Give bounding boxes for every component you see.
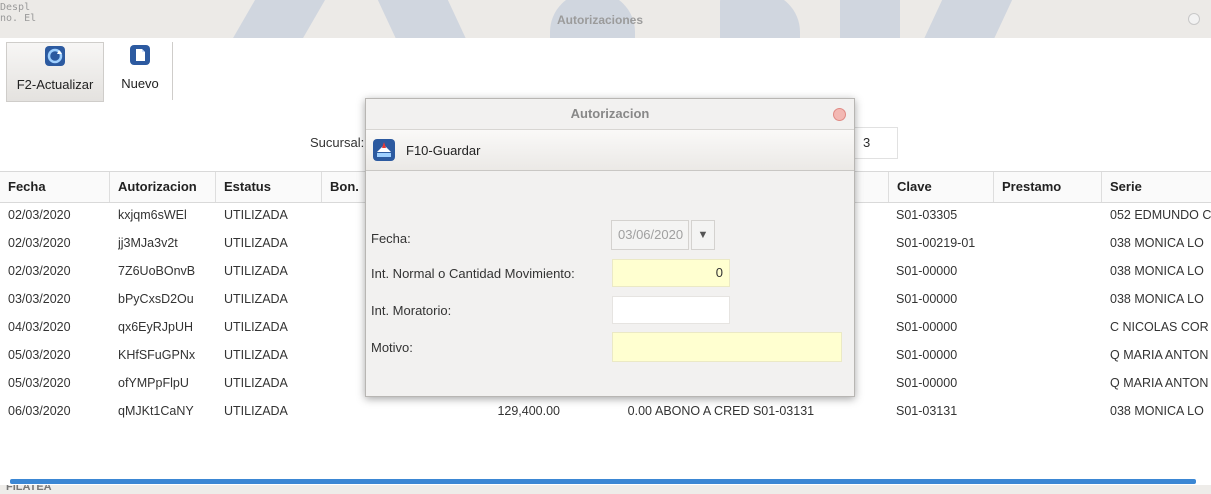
cell-serie: 038 MONICA LO [1110, 292, 1204, 306]
cell-serie: 038 MONICA LO [1110, 236, 1204, 250]
fecha-picker[interactable]: 03/06/2020 ▼ [611, 220, 719, 250]
cell-estatus: UTILIZADA [224, 292, 288, 306]
save-icon [373, 139, 395, 161]
cell-clave: S01-00000 [896, 376, 958, 390]
save-label: F10-Guardar [406, 142, 481, 158]
cell-prestamo [1002, 257, 1098, 285]
cell-estatus: UTILIZADA [224, 208, 288, 222]
column-header-fecha[interactable]: Fecha [0, 172, 110, 202]
int-normal-label: Int. Normal o Cantidad Movimiento: [371, 266, 575, 281]
cell-autorizacion: bPyCxsD2Ou [118, 292, 194, 306]
motivo-label: Motivo: [371, 340, 413, 355]
motivo-field[interactable] [612, 332, 842, 362]
cell-autorizacion: 7Z6UoBOnvB [118, 264, 196, 278]
column-header-serie[interactable]: Serie [1102, 172, 1211, 202]
cell-clave: S01-03131 [896, 404, 958, 418]
dialog-close-button[interactable] [833, 108, 846, 121]
column-header-estatus[interactable]: Estatus [216, 172, 322, 202]
cell-clave: S01-00000 [896, 348, 958, 362]
cell-autorizacion: qx6EyRJpUH [118, 320, 194, 334]
cell-estatus: UTILIZADA [224, 320, 288, 334]
cell-fecha: 02/03/2020 [8, 264, 71, 278]
autorizacion-dialog: Autorizacion F10-Guardar Fecha: 03/06/20… [365, 98, 855, 397]
cell-clave: S01-03305 [896, 208, 958, 222]
cell-clave: S01-00219-01 [896, 236, 976, 250]
window-titlebar: Despl no. El Autorizaciones [0, 0, 1211, 38]
cell-clave: S01-00000 [896, 292, 958, 306]
cell-fecha: 02/03/2020 [8, 208, 71, 222]
cell-prestamo [1002, 229, 1098, 257]
column-header-clave[interactable]: Clave [888, 172, 994, 202]
new-label: Nuevo [121, 76, 159, 91]
int-normal-field[interactable]: 0 [612, 259, 730, 287]
dialog-title: Autorizacion [570, 106, 650, 121]
dialog-toolbar: F10-Guardar [366, 129, 854, 171]
column-header-prestamo[interactable]: Prestamo [994, 172, 1102, 202]
cell-estatus: UTILIZADA [224, 236, 288, 250]
cell-prestamo [1002, 397, 1098, 425]
main-toolbar: F2-Actualizar Nuevo [0, 38, 1211, 104]
int-moratorio-label: Int. Moratorio: [371, 303, 452, 318]
cell-autorizacion: kxjqm6sWEl [118, 208, 187, 222]
save-button[interactable]: F10-Guardar [372, 135, 480, 165]
cell-autorizacion: qMJKt1CaNY [118, 404, 194, 418]
column-header-bon[interactable]: Bon. [322, 172, 366, 202]
fecha-label: Fecha: [371, 231, 411, 246]
cell-fecha: 05/03/2020 [8, 348, 71, 362]
cell-autorizacion: KHfSFuGPNx [118, 348, 196, 362]
cell-prestamo [1002, 369, 1098, 397]
cell-serie: 038 MONICA LO [1110, 264, 1204, 278]
cell-prestamo [1002, 285, 1098, 313]
cell-serie: Q MARIA ANTON [1110, 348, 1209, 362]
cell-estatus: UTILIZADA [224, 376, 288, 390]
new-document-icon [130, 45, 150, 65]
cell-monto: 129,400.00 [497, 404, 560, 418]
cell-fecha: 04/03/2020 [8, 320, 71, 334]
cell-clave: S01-00000 [896, 320, 958, 334]
cell-interes: 0.00 [627, 404, 652, 418]
chevron-down-icon[interactable]: ▼ [691, 220, 715, 250]
footer-strip: FILATEA [0, 485, 1211, 494]
fecha-field[interactable]: 03/06/2020 [611, 220, 689, 250]
cell-serie: Q MARIA ANTON [1110, 376, 1209, 390]
cell-serie: 038 MONICA LO [1110, 404, 1204, 418]
cell-estatus: UTILIZADA [224, 348, 288, 362]
cell-prestamo [1002, 313, 1098, 341]
cell-autorizacion: jj3MJa3v2t [118, 236, 178, 250]
new-button[interactable]: Nuevo [108, 42, 173, 100]
cell-fecha: 06/03/2020 [8, 404, 71, 418]
cell-autorizacion: ofYMPpFlpU [118, 376, 189, 390]
cell-estatus: UTILIZADA [224, 264, 288, 278]
column-header-autorizacion[interactable]: Autorizacion [110, 172, 216, 202]
footer-label: FILATEA [6, 485, 52, 493]
sucursal-field[interactable]: 3 [852, 127, 898, 159]
cell-fecha: 02/03/2020 [8, 236, 71, 250]
cell-serie: 052 EDMUNDO C [1110, 208, 1211, 222]
window-title: Autorizaciones [557, 13, 644, 27]
cell-prestamo [1002, 341, 1098, 369]
cell-estatus: UTILIZADA [224, 404, 288, 418]
background-text: Despl no. El [0, 2, 37, 24]
cell-prestamo [1002, 201, 1098, 229]
window-close-button[interactable] [1188, 13, 1200, 25]
progress-bar [10, 479, 1196, 484]
refresh-icon [45, 46, 65, 66]
cell-serie: C NICOLAS COR [1110, 320, 1209, 334]
table-row[interactable]: 06/03/2020 qMJKt1CaNY UTILIZADA 129,400.00 0… [0, 397, 1211, 425]
refresh-label: F2-Actualizar [16, 77, 94, 92]
cell-concepto: ABONO A CRED S01-03131 [655, 404, 815, 418]
int-moratorio-field[interactable] [612, 296, 730, 324]
refresh-button[interactable]: F2-Actualizar [6, 42, 104, 102]
cell-fecha: 03/03/2020 [8, 292, 71, 306]
sucursal-label: Sucursal: [310, 135, 365, 150]
cell-fecha: 05/03/2020 [8, 376, 71, 390]
cell-clave: S01-00000 [896, 264, 958, 278]
